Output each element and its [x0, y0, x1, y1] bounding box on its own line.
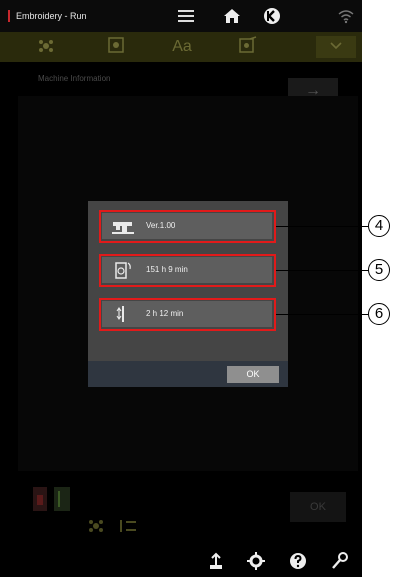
home-icon[interactable]	[222, 7, 242, 25]
callout-line-6	[276, 314, 368, 315]
frame-icon	[108, 37, 124, 53]
top-bar: Embroidery - Run	[0, 0, 362, 32]
background-ok-button[interactable]: OK	[290, 492, 346, 522]
stitch-ops-icon[interactable]	[32, 485, 72, 513]
wrench-icon[interactable]	[330, 551, 350, 571]
pattern-selector[interactable]	[86, 518, 146, 536]
callout-6: 6	[368, 303, 390, 325]
callout-line-4	[276, 226, 368, 227]
app-title: Embroidery - Run	[8, 10, 87, 22]
tab-stitch-pattern[interactable]	[26, 36, 66, 58]
tab-bar: Aa	[0, 32, 362, 62]
highlight-box-total-time	[99, 254, 276, 287]
machine-screen: Embroidery - Run Aa Machine Information …	[0, 0, 362, 577]
tab-character[interactable]: Aa	[162, 36, 202, 58]
tab-dropdown[interactable]	[316, 36, 356, 58]
help-icon[interactable]	[288, 551, 308, 571]
return-icon[interactable]	[262, 7, 282, 25]
callout-5: 5	[368, 259, 390, 281]
tab-frame-pattern[interactable]	[96, 36, 136, 58]
settings-gear-icon[interactable]	[246, 551, 266, 571]
callout-4: 4	[368, 215, 390, 237]
pattern-flower-icon	[89, 520, 136, 532]
highlight-box-needle-time	[99, 298, 276, 331]
tab-edit[interactable]	[228, 36, 268, 58]
ok-button[interactable]: OK	[227, 366, 279, 383]
edit-pattern-icon	[239, 36, 257, 53]
highlight-box-version	[99, 210, 276, 243]
callout-line-5	[276, 270, 368, 271]
dialog-footer: OK	[88, 361, 288, 387]
upload-icon[interactable]	[206, 551, 226, 571]
chevron-down-icon	[330, 42, 342, 50]
bottom-bar	[0, 545, 362, 577]
menu-icon[interactable]	[176, 7, 196, 25]
wifi-icon	[338, 10, 354, 24]
pattern-icon	[39, 40, 53, 52]
